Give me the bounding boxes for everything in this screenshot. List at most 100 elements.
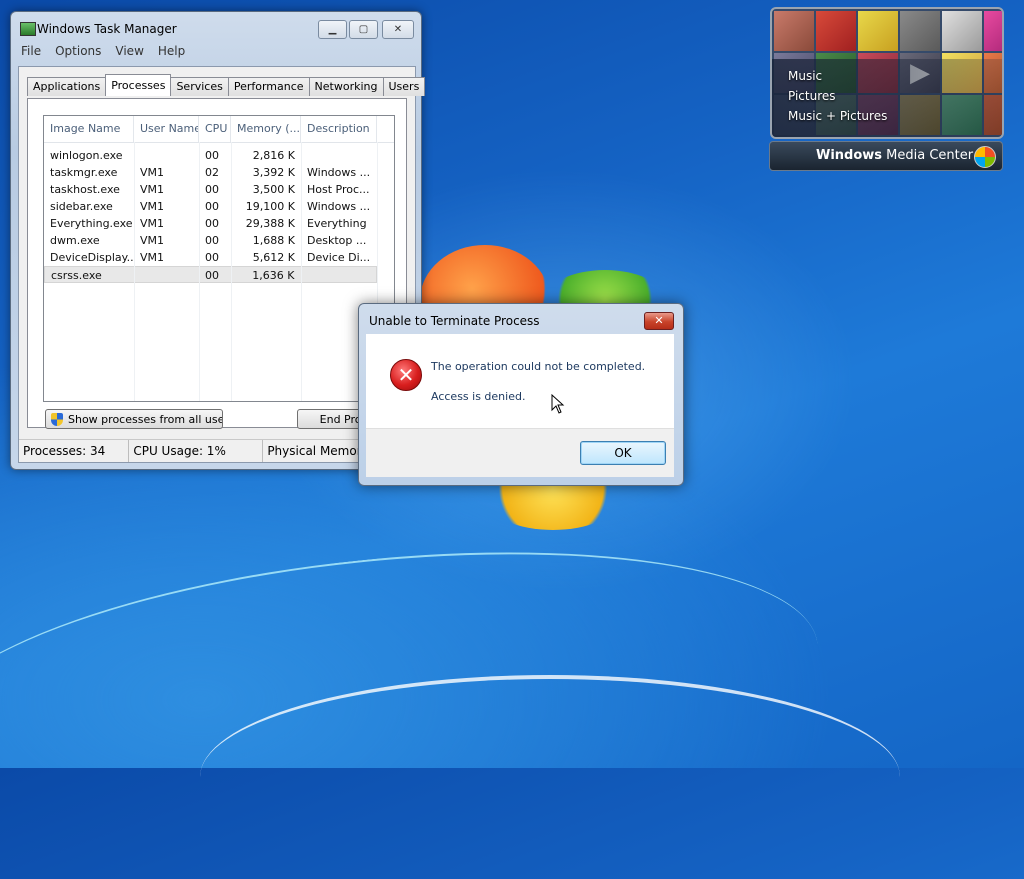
dialog-title: Unable to Terminate Process <box>369 314 540 328</box>
cell-user-name: VM1 <box>140 234 165 247</box>
column-user-name[interactable]: User Name <box>134 116 199 142</box>
dialog-message: The operation could not be completed. <box>431 360 646 373</box>
tab-services[interactable]: Services <box>170 77 229 96</box>
cell-memory: 19,100 K <box>245 200 295 213</box>
window-title: Windows Task Manager <box>37 22 177 36</box>
cell-description: Desktop ... <box>307 234 367 247</box>
cell-description: Device Di... <box>307 251 371 264</box>
uac-shield-icon <box>51 413 63 426</box>
cell-description <box>301 147 377 164</box>
cell-user-name: VM1 <box>140 200 165 213</box>
column-cpu[interactable]: CPU <box>199 116 231 142</box>
media-tile <box>900 11 940 51</box>
menu-bar: File Options View Help <box>21 44 199 58</box>
table-row[interactable]: dwm.exe VM1 00 1,688 K Desktop ... <box>44 232 394 249</box>
tab-processes[interactable]: Processes <box>105 74 172 96</box>
menu-help[interactable]: Help <box>158 44 185 58</box>
dialog-detail: Access is denied. <box>431 390 526 403</box>
cell-cpu: 00 <box>205 234 219 247</box>
maximize-icon: ▢ <box>358 24 369 35</box>
cell-image-name: taskhost.exe <box>50 183 120 196</box>
processes-panel: Image Name User Name CPU Memory (... Des… <box>27 98 407 429</box>
cell-description: Everything <box>307 217 367 230</box>
cell-user-name <box>134 267 199 282</box>
cell-image-name: dwm.exe <box>50 234 100 247</box>
column-divider <box>231 142 232 401</box>
task-manager-app-icon <box>20 22 36 36</box>
cell-cpu: 00 <box>205 200 219 213</box>
cell-memory: 3,392 K <box>252 166 295 179</box>
status-processes: Processes: 34 <box>19 440 130 462</box>
cell-memory: 3,500 K <box>252 183 295 196</box>
media-center-item-music-pictures[interactable]: Music + Pictures <box>788 109 887 123</box>
tab-strip: Applications Processes Services Performa… <box>27 74 426 96</box>
menu-view[interactable]: View <box>115 44 143 58</box>
cell-cpu: 00 <box>205 269 220 282</box>
cell-description: Windows ... <box>307 166 371 179</box>
media-tile <box>774 11 814 51</box>
media-center-item-pictures[interactable]: Pictures <box>788 89 836 103</box>
show-all-processes-label: Show processes from all users <box>68 413 223 426</box>
cell-cpu: 00 <box>205 251 219 264</box>
tab-performance[interactable]: Performance <box>227 77 310 96</box>
status-cpu-usage: CPU Usage: 1% <box>129 440 264 462</box>
table-row-selected[interactable]: csrss.exe 00 1,636 K <box>44 266 377 283</box>
cell-memory: 5,612 K <box>252 251 295 264</box>
ok-button[interactable]: OK <box>580 441 666 465</box>
cell-user-name <box>134 147 199 164</box>
mouse-cursor-icon <box>551 394 565 414</box>
media-tile <box>858 11 898 51</box>
column-memory[interactable]: Memory (... <box>231 116 301 142</box>
cell-cpu: 00 <box>205 149 219 162</box>
media-center-item-music[interactable]: Music <box>788 69 822 83</box>
cell-image-name: Everything.exe <box>50 217 133 230</box>
table-row[interactable]: sidebar.exe VM1 00 19,100 K Windows ... <box>44 198 394 215</box>
error-dialog[interactable]: Unable to Terminate Process ✕ ✕ The oper… <box>358 303 684 486</box>
table-row[interactable]: Everything.exe VM1 00 29,388 K Everythin… <box>44 215 394 232</box>
maximize-button[interactable]: ▢ <box>349 20 378 39</box>
task-manager-body: Applications Processes Services Performa… <box>18 66 426 463</box>
minimize-icon: ▁ <box>328 24 337 35</box>
cell-image-name: taskmgr.exe <box>50 166 118 179</box>
cell-user-name: VM1 <box>140 217 165 230</box>
desktop-swoosh <box>200 675 900 879</box>
media-center-brand: Windows <box>816 148 883 163</box>
table-row[interactable]: taskmgr.exe VM1 02 3,392 K Windows ... <box>44 164 394 181</box>
column-divider <box>301 142 302 401</box>
show-all-processes-button[interactable]: Show processes from all users <box>45 409 223 429</box>
table-row[interactable]: winlogon.exe 00 2,816 K <box>44 147 394 164</box>
close-icon: ✕ <box>654 314 664 327</box>
dialog-content: ✕ The operation could not be completed. … <box>366 334 674 428</box>
tab-networking[interactable]: Networking <box>308 77 384 96</box>
status-bar: Processes: 34 CPU Usage: 1% Physical Mem… <box>19 439 415 462</box>
table-row[interactable]: DeviceDisplay... VM1 00 5,612 K Device D… <box>44 249 394 266</box>
minimize-button[interactable]: ▁ <box>318 20 347 39</box>
media-center-launch-bar[interactable]: Windows Media Center <box>769 141 1003 171</box>
media-center-gadget[interactable]: ▶ Music Pictures Music + Pictures <box>770 7 1004 139</box>
cell-user-name: VM1 <box>140 183 165 196</box>
cell-image-name: winlogon.exe <box>50 149 123 162</box>
column-description[interactable]: Description <box>301 116 377 142</box>
cell-user-name: VM1 <box>140 251 165 264</box>
media-center-brand-rest: Media Center <box>882 148 974 163</box>
tab-applications[interactable]: Applications <box>27 77 107 96</box>
column-image-name[interactable]: Image Name <box>44 116 134 142</box>
dialog-close-button[interactable]: ✕ <box>644 312 674 330</box>
menu-file[interactable]: File <box>21 44 41 58</box>
close-button[interactable]: ✕ <box>382 20 414 39</box>
column-divider <box>199 142 200 401</box>
cell-memory: 1,688 K <box>252 234 295 247</box>
cell-cpu: 00 <box>205 217 219 230</box>
cell-image-name: DeviceDisplay... <box>50 251 134 264</box>
table-row[interactable]: taskhost.exe VM1 00 3,500 K Host Proc... <box>44 181 394 198</box>
dialog-footer: OK <box>366 428 674 477</box>
menu-options[interactable]: Options <box>55 44 101 58</box>
process-list[interactable]: Image Name User Name CPU Memory (... Des… <box>43 115 395 402</box>
cell-cpu: 00 <box>205 183 219 196</box>
tab-users[interactable]: Users <box>382 77 426 96</box>
close-icon: ✕ <box>393 24 403 35</box>
cell-memory: 29,388 K <box>245 217 295 230</box>
media-tile <box>984 11 1002 51</box>
process-list-header: Image Name User Name CPU Memory (... Des… <box>44 116 394 143</box>
cell-cpu: 02 <box>205 166 219 179</box>
